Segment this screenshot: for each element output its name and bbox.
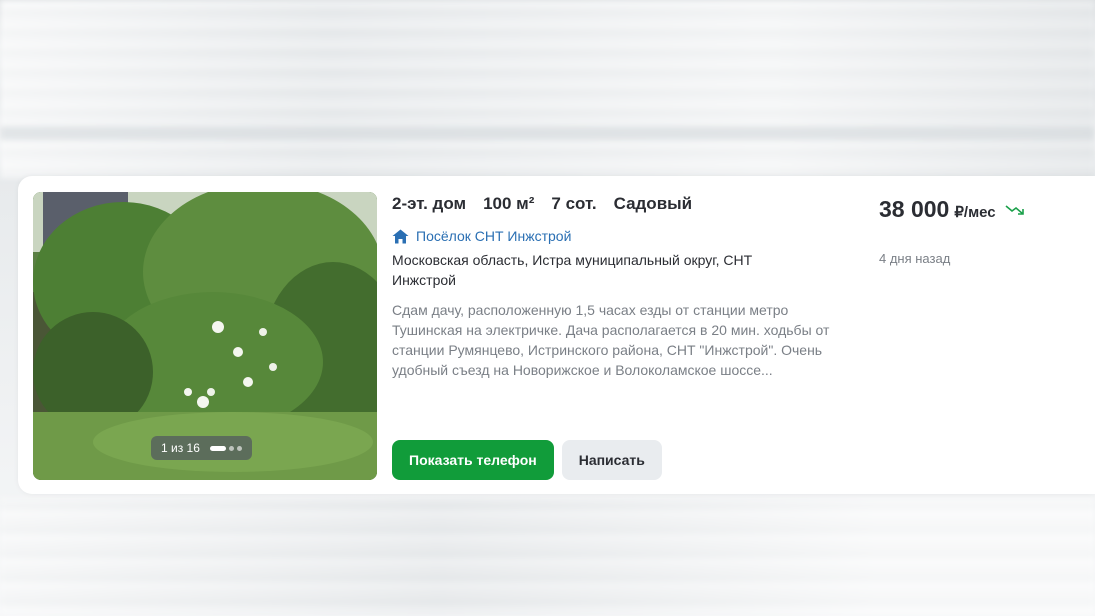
trend-down-icon[interactable] [1005,204,1025,216]
write-message-button[interactable]: Написать [561,440,662,480]
background-blur-strip [0,126,1095,140]
locality-label: Посёлок СНТ Инжстрой [416,228,572,244]
listing-description: Сдам дачу, расположенную 1,5 часах езды … [392,302,830,378]
locality-link[interactable]: Посёлок СНТ Инжстрой [392,228,872,244]
param-floors: 2-эт. дом [392,194,467,213]
pagination-dot-active[interactable] [209,445,226,451]
background-blur-bottom [0,498,1095,616]
price-row: 38 000 ₽/мес [879,196,1079,223]
listing-photo[interactable]: 1 из 16 [33,192,377,480]
price-unit: ₽/мес [954,204,996,221]
param-land: 7 сот. [551,194,597,213]
action-buttons: Показать телефон Написать [392,440,662,480]
listing-params[interactable]: 2-эт. дом 100 м² 7 сот. Садовый [392,192,872,216]
pagination-dot[interactable] [228,445,234,451]
show-phone-button[interactable]: Показать телефон [392,440,554,480]
pagination-dot[interactable] [236,445,242,451]
price-value: 38 000 [879,196,950,222]
photo-counter-text: 1 из 16 [161,441,200,455]
posted-date: 4 дня назад [879,251,951,266]
param-type: Садовый [613,194,693,213]
param-area: 100 м² [483,194,535,213]
photo-counter: 1 из 16 [151,436,252,460]
listing-address: Московская область, Истра муниципальный … [392,252,753,288]
price-block: 38 000 ₽/мес 4 дня назад [879,196,1079,266]
listing-info: 2-эт. дом 100 м² 7 сот. Садовый Посёлок … [392,192,872,380]
house-icon [392,229,409,243]
background-blur-top [0,0,1095,178]
listing-card[interactable]: 1 из 16 2-эт. дом 100 м² 7 сот. Садовый … [18,176,1095,494]
photo-pagination-dots [209,445,242,451]
